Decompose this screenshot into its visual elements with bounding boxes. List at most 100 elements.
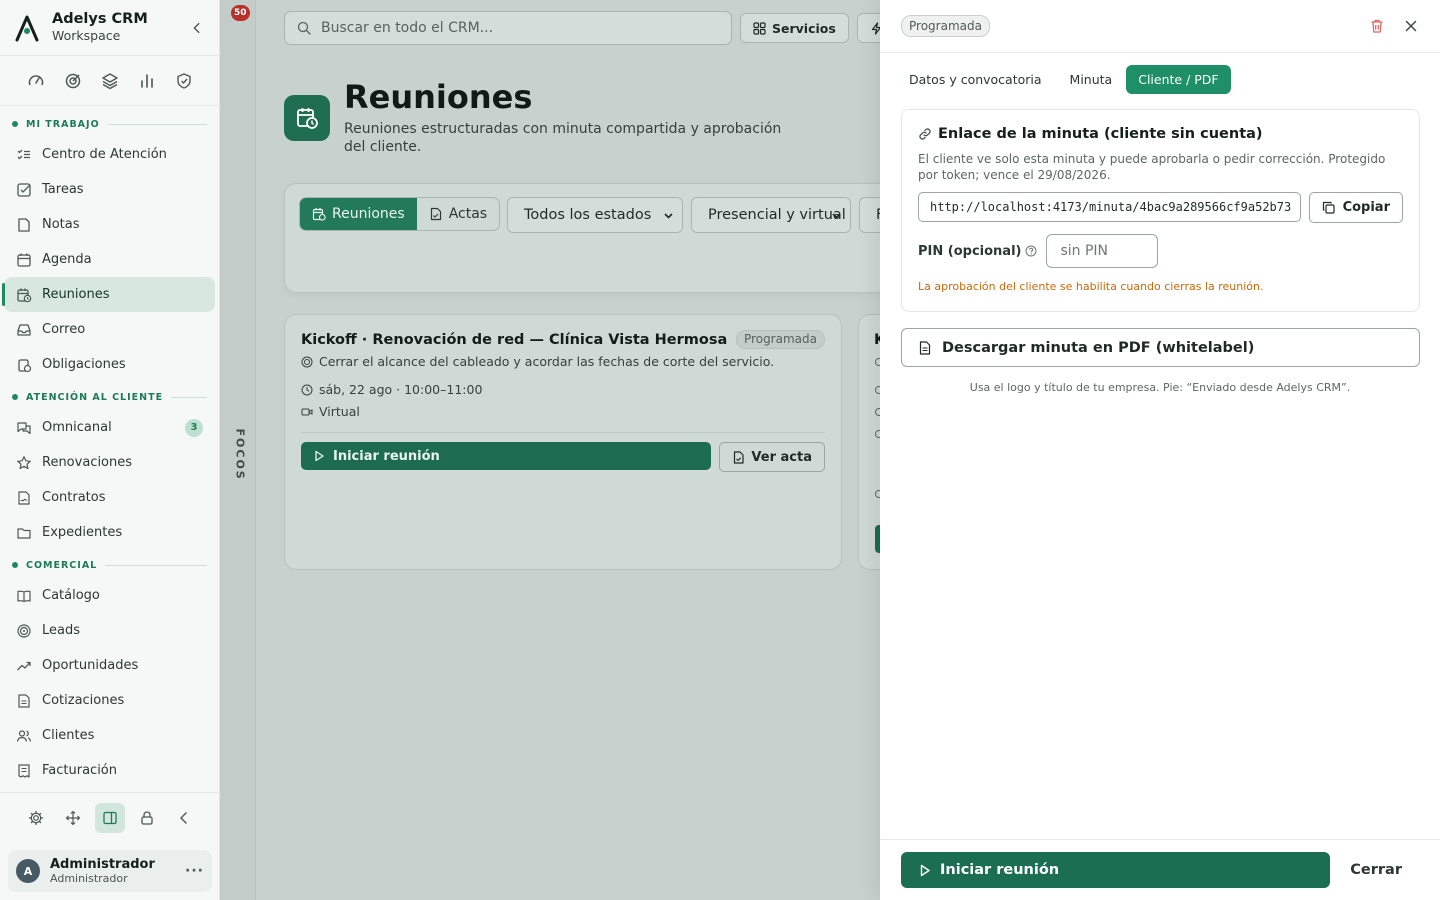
sidebar-item-tareas[interactable]: Tareas bbox=[4, 172, 215, 207]
quote-icon bbox=[16, 693, 32, 709]
section-label: MI TRABAJO bbox=[26, 118, 100, 130]
bar-chart-icon[interactable] bbox=[138, 72, 156, 90]
app-name: Adelys CRM bbox=[52, 11, 148, 27]
status-filter-select[interactable]: Todos los estados bbox=[507, 197, 683, 233]
document-icon bbox=[918, 340, 932, 355]
focos-count-badge: 50 bbox=[231, 5, 250, 21]
pin-input[interactable]: sin PIN bbox=[1046, 234, 1159, 268]
user-menu[interactable]: A Administrador Administrador ··· bbox=[8, 850, 212, 892]
sidebar-item-notas[interactable]: Notas bbox=[4, 207, 215, 242]
brand-header: Adelys CRM Workspace bbox=[0, 0, 219, 56]
sidebar-item-agenda[interactable]: Agenda bbox=[4, 242, 215, 277]
sidebar-item-label: Obligaciones bbox=[42, 357, 126, 372]
lock-icon[interactable] bbox=[132, 803, 162, 833]
note-icon bbox=[16, 217, 32, 233]
sidebar-item-label: Notas bbox=[42, 217, 80, 232]
section-label: ATENCIÓN AL CLIENTE bbox=[26, 391, 164, 403]
user-role: Administrador bbox=[50, 871, 128, 885]
mode-filter-select[interactable]: Presencial y virtual bbox=[691, 197, 851, 233]
more-options-icon[interactable]: ··· bbox=[185, 863, 204, 879]
pin-label: PIN (opcional) bbox=[918, 243, 1022, 259]
sidebar-item-obligaciones[interactable]: Obligaciones bbox=[4, 347, 215, 382]
main-content: Buscar en todo el CRM... Servicios Reuni… bbox=[256, 0, 880, 900]
sidebar-item-catalogo[interactable]: Catálogo bbox=[4, 578, 215, 613]
client-link-panel: Enlace de la minuta (cliente sin cuenta)… bbox=[901, 109, 1420, 312]
start-meeting-label: Iniciar reunión bbox=[940, 862, 1060, 878]
sidebar-item-reuniones[interactable]: Reuniones bbox=[2, 277, 215, 312]
view-toggle: Reuniones Actas bbox=[299, 197, 501, 231]
meeting-card[interactable]: Kickoff · Renovación de red — Clínica Vi… bbox=[284, 314, 842, 570]
copy-link-button[interactable]: Copiar bbox=[1308, 192, 1403, 223]
close-button[interactable]: Cerrar bbox=[1350, 862, 1402, 878]
sidebar-item-cotizaciones[interactable]: Cotizaciones bbox=[4, 683, 215, 718]
third-filter-select[interactable]: F bbox=[859, 197, 880, 233]
contract-icon bbox=[16, 490, 32, 506]
global-search-input[interactable]: Buscar en todo el CRM... bbox=[284, 11, 732, 45]
view-minutes-label: Ver acta bbox=[751, 449, 812, 465]
checkbox-icon bbox=[16, 182, 32, 198]
sidebar-item-clientes[interactable]: Clientes bbox=[4, 718, 215, 753]
tab-actas[interactable]: Actas bbox=[417, 198, 499, 230]
services-button[interactable]: Servicios bbox=[740, 13, 849, 43]
close-icon[interactable] bbox=[1403, 18, 1419, 34]
panel-layout-icon[interactable] bbox=[95, 802, 125, 833]
meeting-goal: Cerrar el alcance del cableado y acordar… bbox=[319, 354, 775, 369]
sidebar-item-expedientes[interactable]: Expedientes bbox=[4, 515, 215, 550]
tab-label: Reuniones bbox=[332, 206, 405, 222]
move-icon[interactable] bbox=[58, 803, 88, 833]
copy-icon bbox=[1322, 201, 1335, 214]
sidebar-item-leads[interactable]: Leads bbox=[4, 613, 215, 648]
download-pdf-button[interactable]: Descargar minuta en PDF (whitelabel) bbox=[901, 328, 1420, 367]
services-label: Servicios bbox=[772, 20, 836, 36]
sidebar-item-centro-atencion[interactable]: Centro de Atención bbox=[4, 137, 215, 172]
sidebar-item-label: Leads bbox=[42, 623, 81, 638]
approval-warning: La aprobación del cliente se habilita cu… bbox=[918, 280, 1264, 293]
start-meeting-button[interactable]: Iniciar reunión bbox=[901, 852, 1330, 888]
minutes-link-field[interactable]: http://localhost:4173/minuta/4bac9a28956… bbox=[918, 192, 1301, 222]
start-meeting-button[interactable]: Iniciar reunión bbox=[301, 442, 712, 470]
section-mi-trabajo: MI TRABAJO bbox=[0, 111, 219, 137]
omnicanal-count-badge: 3 bbox=[185, 418, 203, 437]
inbox-icon bbox=[16, 322, 32, 338]
tab-label: Actas bbox=[448, 206, 488, 222]
trend-icon bbox=[16, 658, 32, 674]
meetings-calendar-icon bbox=[284, 95, 330, 141]
status-filter-value: Todos los estados bbox=[524, 207, 652, 223]
view-minutes-button[interactable]: Ver acta bbox=[719, 442, 825, 472]
collapse-sidebar-icon[interactable] bbox=[187, 18, 207, 38]
help-icon[interactable] bbox=[1025, 245, 1037, 257]
meeting-mode: Virtual bbox=[319, 404, 360, 419]
sidebar-item-label: Agenda bbox=[42, 252, 92, 267]
focos-panel-toggle[interactable]: 50 FOCOS bbox=[220, 0, 256, 900]
target-refresh-icon[interactable] bbox=[64, 72, 82, 90]
scale-icon bbox=[16, 357, 32, 373]
tab-minuta[interactable]: Minuta bbox=[1062, 65, 1121, 94]
tab-cliente-pdf[interactable]: Cliente / PDF bbox=[1126, 64, 1231, 94]
layers-icon[interactable] bbox=[101, 72, 119, 90]
shield-check-icon[interactable] bbox=[175, 72, 193, 90]
client-link-title: Enlace de la minuta (cliente sin cuenta) bbox=[938, 126, 1263, 142]
sidebar-item-facturacion[interactable]: Facturación bbox=[4, 753, 215, 788]
chat-icon bbox=[16, 420, 32, 436]
sidebar-item-omnicanal[interactable]: Omnicanal 3 bbox=[4, 410, 215, 445]
target-icon bbox=[301, 356, 313, 368]
sidebar-item-oportunidades[interactable]: Oportunidades bbox=[4, 648, 215, 683]
client-link-description: El cliente ve solo esta minuta y puede a… bbox=[918, 152, 1386, 182]
gauge-icon[interactable] bbox=[27, 72, 45, 90]
meeting-card-partial[interactable]: K bbox=[858, 314, 880, 570]
quick-action-button[interactable] bbox=[856, 13, 880, 43]
tab-datos-convocatoria[interactable]: Datos y convocatoria bbox=[901, 65, 1050, 94]
chevron-down-icon bbox=[663, 210, 674, 221]
gear-icon[interactable] bbox=[21, 803, 51, 833]
sidebar-item-label: Omnicanal bbox=[42, 420, 112, 435]
link-icon bbox=[918, 127, 932, 141]
section-atencion-cliente: ATENCIÓN AL CLIENTE bbox=[0, 384, 219, 410]
trash-icon[interactable] bbox=[1369, 18, 1385, 34]
tab-reuniones[interactable]: Reuniones bbox=[300, 198, 417, 230]
sidebar-item-label: Contratos bbox=[42, 490, 106, 505]
calendar-icon bbox=[16, 252, 32, 268]
sidebar-item-renovaciones[interactable]: Renovaciones bbox=[4, 445, 215, 480]
chevron-left-icon[interactable] bbox=[169, 803, 199, 833]
sidebar-item-contratos[interactable]: Contratos bbox=[4, 480, 215, 515]
sidebar-item-correo[interactable]: Correo bbox=[4, 312, 215, 347]
